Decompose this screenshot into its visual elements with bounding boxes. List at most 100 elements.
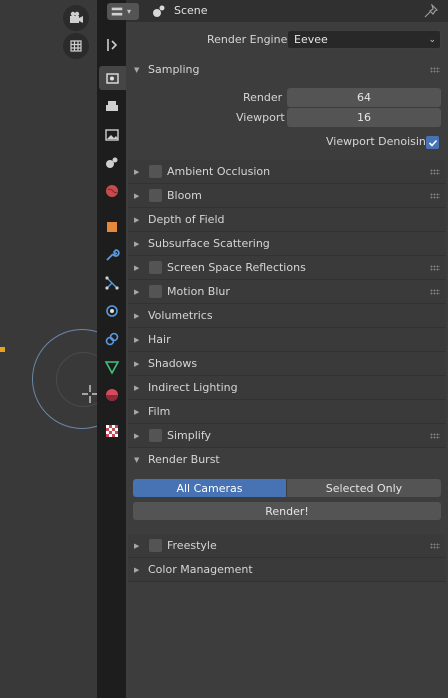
collapsed-arrow-icon: ▶ bbox=[134, 359, 140, 368]
camera-view-button[interactable] bbox=[63, 5, 89, 31]
section-title: Ambient Occlusion bbox=[167, 165, 271, 178]
section-title: Bloom bbox=[167, 189, 202, 202]
viewport-denoising-label: Viewport Denoising bbox=[326, 135, 433, 148]
collapsed-arrow-icon: ▶ bbox=[134, 407, 140, 416]
enable-checkbox[interactable] bbox=[149, 285, 162, 298]
tab-constraints[interactable] bbox=[100, 327, 124, 351]
collapsed-arrow-icon: ▶ bbox=[134, 383, 140, 392]
grid-icon bbox=[70, 40, 82, 52]
grid-view-button[interactable] bbox=[63, 33, 89, 59]
tab-material[interactable] bbox=[100, 383, 124, 407]
tab-output[interactable] bbox=[100, 95, 124, 119]
section-title: Shadows bbox=[148, 357, 198, 370]
checkmark-icon bbox=[428, 139, 437, 147]
render-engine-label: Render Engine bbox=[207, 33, 288, 46]
drag-grip-icon[interactable] bbox=[430, 66, 440, 73]
collapsed-arrow-icon: ▶ bbox=[134, 541, 140, 550]
globe-icon bbox=[106, 185, 118, 197]
tab-modifiers[interactable] bbox=[100, 243, 124, 267]
collapsed-arrow-icon: ▶ bbox=[134, 263, 140, 272]
scene-icon bbox=[153, 5, 165, 17]
tab-object[interactable] bbox=[100, 215, 124, 239]
collapsed-arrow-icon: ▶ bbox=[134, 287, 140, 296]
scene-icon bbox=[106, 157, 118, 168]
section-title: Freestyle bbox=[167, 539, 217, 552]
render-engine-dropdown[interactable]: Eevee ⌄ bbox=[287, 30, 441, 49]
collapsed-arrow-icon: ▶ bbox=[134, 191, 140, 200]
particles-icon bbox=[105, 276, 119, 290]
section-sampling[interactable]: ▼ Sampling bbox=[128, 58, 446, 81]
section-motion-blur[interactable]: ▶ Motion Blur bbox=[128, 280, 446, 303]
region-marker bbox=[0, 347, 5, 352]
section-title: Subsurface Scattering bbox=[148, 237, 270, 250]
material-sphere-icon bbox=[106, 389, 118, 401]
section-title: Screen Space Reflections bbox=[167, 261, 306, 274]
section-title: Simplify bbox=[167, 429, 212, 442]
wrench-icon bbox=[106, 249, 120, 261]
tab-physics[interactable] bbox=[100, 299, 124, 323]
viewport-samples-label: Viewport bbox=[236, 111, 285, 124]
render-samples-field[interactable]: 64 bbox=[287, 88, 441, 107]
section-title: Render Burst bbox=[148, 453, 220, 466]
section-hair[interactable]: ▶ Hair bbox=[128, 328, 446, 351]
all-cameras-button[interactable]: All Cameras bbox=[133, 479, 286, 497]
drag-grip-icon[interactable] bbox=[430, 264, 440, 271]
section-simplify[interactable]: ▶ Simplify bbox=[128, 424, 446, 447]
viewport-samples-value: 16 bbox=[357, 111, 371, 124]
section-render-burst[interactable]: ▼ Render Burst bbox=[128, 448, 446, 471]
cube-icon bbox=[107, 222, 117, 232]
section-title: Film bbox=[148, 405, 171, 418]
collapsed-arrow-icon: ▶ bbox=[134, 239, 140, 248]
viewport-samples-field[interactable]: 16 bbox=[287, 108, 441, 127]
section-shadows[interactable]: ▶ Shadows bbox=[128, 352, 446, 375]
enable-checkbox[interactable] bbox=[149, 165, 162, 178]
drag-grip-icon[interactable] bbox=[430, 542, 440, 549]
section-title: Hair bbox=[148, 333, 171, 346]
mesh-data-icon bbox=[104, 361, 120, 375]
render-burst-button[interactable]: Render! bbox=[133, 502, 441, 520]
selected-only-button[interactable]: Selected Only bbox=[287, 479, 441, 497]
section-color-management[interactable]: ▶ Color Management bbox=[128, 558, 446, 581]
section-subsurface-scattering[interactable]: ▶ Subsurface Scattering bbox=[128, 232, 446, 255]
editor-type-dropdown[interactable]: ▾ bbox=[107, 3, 139, 20]
collapsed-arrow-icon: ▶ bbox=[134, 335, 140, 344]
physics-icon bbox=[106, 305, 118, 317]
section-volumetrics[interactable]: ▶ Volumetrics bbox=[128, 304, 446, 327]
image-icon bbox=[105, 129, 119, 141]
section-title: Volumetrics bbox=[148, 309, 213, 322]
section-freestyle[interactable]: ▶ Freestyle bbox=[128, 534, 446, 557]
chevron-down-icon: ⌄ bbox=[428, 34, 436, 45]
tab-data[interactable] bbox=[100, 355, 124, 379]
section-film[interactable]: ▶ Film bbox=[128, 400, 446, 423]
render-samples-value: 64 bbox=[357, 91, 371, 104]
enable-checkbox[interactable] bbox=[149, 261, 162, 274]
section-bloom[interactable]: ▶ Bloom bbox=[128, 184, 446, 207]
tab-render[interactable] bbox=[99, 66, 126, 90]
section-title: Color Management bbox=[148, 563, 253, 576]
drag-grip-icon[interactable] bbox=[430, 432, 440, 439]
section-title: Indirect Lighting bbox=[148, 381, 238, 394]
render-engine-value: Eevee bbox=[294, 33, 328, 46]
tab-particles[interactable] bbox=[100, 271, 124, 295]
tab-scene[interactable] bbox=[100, 151, 124, 175]
expanded-arrow-icon: ▼ bbox=[134, 65, 140, 74]
tab-texture[interactable] bbox=[100, 419, 124, 443]
enable-checkbox[interactable] bbox=[149, 539, 162, 552]
section-indirect-lighting[interactable]: ▶ Indirect Lighting bbox=[128, 376, 446, 399]
tab-world[interactable] bbox=[100, 179, 124, 203]
section-depth-of-field[interactable]: ▶ Depth of Field bbox=[128, 208, 446, 231]
drag-grip-icon[interactable] bbox=[430, 192, 440, 199]
enable-checkbox[interactable] bbox=[149, 189, 162, 202]
tab-tool[interactable] bbox=[100, 33, 124, 57]
drag-grip-icon[interactable] bbox=[430, 288, 440, 295]
viewport-denoising-checkbox[interactable] bbox=[426, 136, 439, 149]
tool-icon bbox=[107, 39, 118, 51]
section-ambient-occlusion[interactable]: ▶ Ambient Occlusion bbox=[128, 160, 446, 183]
render-camera-icon bbox=[105, 73, 119, 84]
drag-grip-icon[interactable] bbox=[430, 168, 440, 175]
pin-icon[interactable] bbox=[424, 4, 438, 18]
section-divider bbox=[128, 581, 446, 582]
section-screen-space-reflections[interactable]: ▶ Screen Space Reflections bbox=[128, 256, 446, 279]
tab-view-layer[interactable] bbox=[100, 123, 124, 147]
enable-checkbox[interactable] bbox=[149, 429, 162, 442]
